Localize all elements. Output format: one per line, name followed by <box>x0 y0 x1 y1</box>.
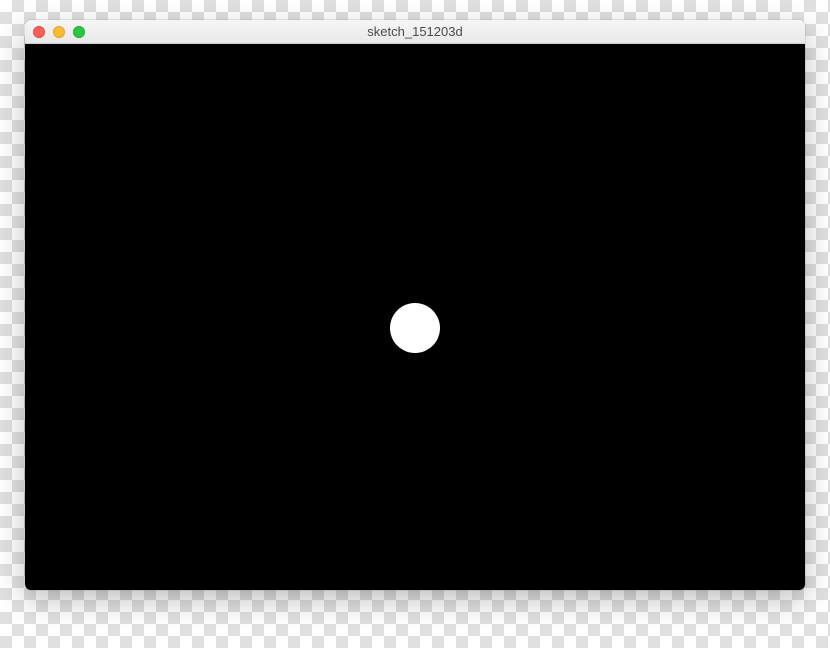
window-controls <box>33 26 85 38</box>
app-window: sketch_151203d <box>25 20 805 590</box>
window-title: sketch_151203d <box>25 24 805 39</box>
close-icon[interactable] <box>33 26 45 38</box>
titlebar[interactable]: sketch_151203d <box>25 20 805 44</box>
minimize-icon[interactable] <box>53 26 65 38</box>
circle-shape <box>390 303 440 353</box>
sketch-canvas[interactable] <box>25 44 805 590</box>
maximize-icon[interactable] <box>73 26 85 38</box>
